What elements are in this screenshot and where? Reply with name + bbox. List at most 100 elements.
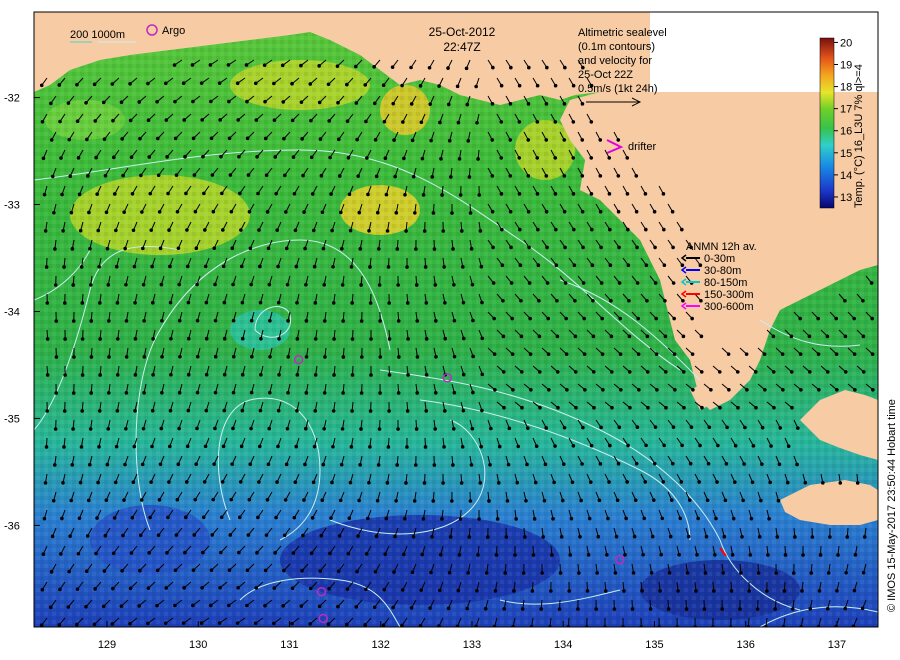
velocity-arrowhead	[85, 137, 89, 142]
velocity-arrowhead	[71, 319, 76, 323]
velocity-arrowhead	[60, 516, 64, 521]
velocity-arrowhead	[70, 463, 75, 467]
velocity-arrowhead	[619, 387, 623, 392]
velocity-arrowhead	[613, 571, 618, 575]
velocity-arrowhead	[491, 65, 495, 70]
velocity-arrowhead	[736, 405, 740, 410]
velocity-arrowhead	[652, 461, 657, 466]
argo-label: Argo	[162, 25, 185, 37]
velocity-arrowhead	[71, 391, 76, 395]
velocity-arrowhead	[537, 334, 542, 339]
velocity-arrowhead	[97, 409, 102, 413]
velocity-arrowhead	[395, 463, 399, 467]
velocity-arrowhead	[276, 264, 280, 269]
velocity-arrowhead	[200, 585, 204, 590]
velocity-arrowhead	[165, 155, 169, 159]
velocity-arrowhead	[336, 569, 341, 574]
velocity-arrowhead	[502, 405, 506, 410]
velocity-arrowhead	[861, 570, 866, 575]
velocity-arrowhead	[622, 589, 626, 593]
velocity-arrowhead	[535, 156, 540, 160]
bathy-legend: 200 1000m	[70, 29, 125, 41]
velocity-arrowhead	[115, 301, 120, 305]
velocity-arrowhead	[450, 499, 454, 503]
velocity-arrowhead	[239, 444, 244, 449]
velocity-arrowhead	[391, 605, 395, 610]
velocity-arrowhead	[480, 336, 485, 341]
velocity-arrowhead	[292, 515, 297, 520]
velocity-arrowhead	[276, 408, 281, 413]
velocity-arrowhead	[521, 571, 526, 575]
velocity-arrowhead	[374, 534, 379, 539]
velocity-arrowhead	[725, 425, 729, 430]
velocity-arrowhead	[39, 623, 44, 627]
velocity-arrowhead	[422, 229, 427, 233]
velocity-arrowhead	[607, 156, 612, 160]
velocity-arrowhead	[698, 263, 703, 268]
velocity-arrowhead	[106, 427, 111, 431]
velocity-arrowhead	[652, 498, 656, 502]
velocity-arrowhead	[286, 390, 290, 395]
velocity-arrowhead	[240, 336, 245, 341]
velocity-arrowhead	[409, 606, 414, 610]
velocity-arrowhead	[457, 553, 462, 557]
velocity-arrowhead	[107, 355, 111, 359]
velocity-arrowhead	[385, 481, 390, 485]
velocity-arrowhead	[754, 405, 758, 410]
velocity-arrowhead	[231, 390, 236, 395]
velocity-arrowhead	[386, 445, 391, 449]
velocity-arrowhead	[122, 210, 126, 214]
velocity-arrowhead	[459, 481, 464, 485]
velocity-arrowhead	[139, 498, 144, 502]
altimetry-line-3: and velocity for	[578, 55, 652, 67]
colorbar-tick-label: 15	[840, 148, 852, 160]
velocity-arrowhead	[536, 263, 541, 268]
velocity-arrowhead	[155, 99, 159, 104]
velocity-arrowhead	[217, 81, 222, 85]
velocity-arrowhead	[591, 370, 596, 374]
velocity-arrowhead	[476, 157, 480, 161]
velocity-arrowhead	[405, 409, 410, 413]
velocity-arrowhead	[276, 444, 280, 449]
velocity-arrowhead	[62, 445, 66, 449]
velocity-arrowhead	[264, 173, 269, 178]
velocity-arrowhead	[571, 192, 576, 196]
velocity-arrowhead	[838, 481, 843, 485]
velocity-arrowhead	[790, 405, 794, 410]
velocity-arrowhead	[544, 102, 549, 106]
velocity-arrowhead	[513, 553, 517, 557]
velocity-arrowhead	[518, 227, 522, 232]
velocity-arrowhead	[678, 516, 683, 521]
velocity-arrowhead	[563, 245, 567, 250]
velocity-arrowhead	[600, 352, 605, 356]
velocity-arrowhead	[130, 515, 135, 520]
velocity-arrowhead	[240, 372, 245, 377]
velocity-arrowhead	[775, 535, 780, 539]
velocity-arrowhead	[140, 210, 144, 214]
velocity-arrowhead	[386, 265, 391, 269]
velocity-arrowhead	[653, 245, 657, 250]
velocity-arrowhead	[769, 444, 773, 448]
velocity-arrowhead	[87, 210, 91, 215]
velocity-arrowhead	[304, 355, 309, 359]
velocity-arrowhead	[184, 480, 189, 484]
anmn-label: 150-300m	[704, 289, 754, 301]
velocity-arrowhead	[290, 621, 294, 626]
velocity-arrowhead	[704, 534, 709, 539]
velocity-arrowhead	[503, 571, 507, 575]
velocity-arrowhead	[680, 443, 684, 448]
velocity-arrowhead	[760, 425, 765, 430]
velocity-arrowhead	[115, 373, 120, 377]
velocity-arrowhead	[57, 83, 62, 87]
velocity-arrowhead	[680, 263, 685, 268]
velocity-arrowhead	[53, 427, 58, 431]
velocity-arrowhead	[231, 318, 236, 323]
velocity-arrowhead	[677, 552, 681, 557]
velocity-arrowhead	[424, 301, 429, 305]
velocity-arrowhead	[147, 155, 152, 159]
velocity-arrowhead	[245, 99, 249, 104]
velocity-arrowhead	[113, 192, 117, 196]
velocity-arrowhead	[609, 370, 614, 374]
velocity-arrowhead	[843, 370, 848, 374]
anmn-label: 0-30m	[704, 253, 735, 265]
